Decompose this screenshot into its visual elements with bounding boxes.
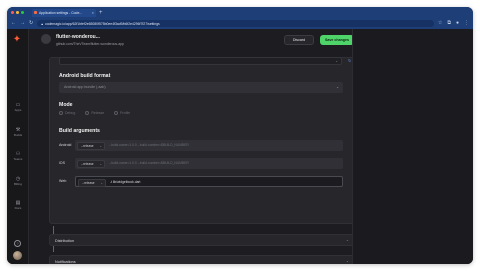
android-build-format-select[interactable]: Android app bundle (.aab) ⌄ [59,82,343,93]
rail-item-label: Teams [13,157,23,161]
android-build-format-value: Android app bundle (.aab) [64,85,106,89]
tab-title: Application settings - Code... [39,10,83,15]
tab-bar: Application settings - Code... × + [7,7,473,18]
radio-label: Profile [120,111,131,115]
help-icon[interactable]: ? [14,240,21,247]
right-panel [352,29,473,264]
back-icon[interactable]: ← [11,21,16,26]
distribution-section[interactable]: Distribution ⌄ [49,234,355,246]
codemagic-favicon-icon [34,11,37,14]
left-rail: ✦ ▭ Apps ⚒ Builds ⚇ Teams ◷ Billing ▤ Do… [7,29,29,264]
build-arg-row-web: Web --release ⌄ -t lib/widgetbook.dart [59,176,343,187]
section-title: Notifications [55,259,76,264]
maximize-window-button[interactable] [21,11,24,14]
build-arg-mode-value: --release [81,162,94,166]
mode-options: Debug Release Profile [59,111,130,115]
mode-title: Mode [59,102,73,108]
forward-icon[interactable]: → [20,21,25,26]
chevron-down-icon: ⌄ [336,85,339,89]
rail-item-teams[interactable]: ⚇ Teams [7,151,29,161]
chevron-down-icon: ⌄ [99,144,102,148]
build-arg-field: --release ⌄ --build-name=1.0.0 --build-n… [75,158,343,169]
reload-icon[interactable]: ↻ [29,21,33,26]
radio-icon [114,111,119,115]
close-tab-icon[interactable]: × [92,10,94,15]
build-arg-input[interactable]: -t lib/widgetbook.dart [110,180,340,184]
build-arg-field: --release ⌄ --build-name=1.0.0 --build-n… [75,140,343,151]
rail-item-billing[interactable]: ◷ Billing [7,176,29,186]
close-window-button[interactable] [11,11,14,14]
radio-icon [85,111,90,115]
codemagic-logo-icon[interactable]: ✦ [12,35,22,45]
bookmark-star-icon[interactable]: ☆ [438,21,442,26]
rail-item-docs[interactable]: ▤ Docs [7,200,29,210]
minimize-window-button[interactable] [16,11,19,14]
build-arg-mode-select[interactable]: --release ⌄ [78,178,106,187]
mode-option-profile[interactable]: Profile [114,111,130,115]
build-arg-mode-value: --release [81,144,94,148]
profile-icon[interactable]: ● [456,21,459,26]
previous-select[interactable]: ⌄ [59,57,342,65]
mode-option-debug[interactable]: Debug [59,111,75,115]
chevron-down-icon: ⌄ [100,181,103,185]
chevron-down-icon: ⌄ [99,162,102,166]
android-build-format-title: Android build format [59,73,111,79]
rail-item-label: Apps [14,108,22,112]
build-arg-mode-select[interactable]: --release ⌄ [77,159,105,168]
build-arg-platform: iOS [59,161,65,165]
address-bar: ← → ↻ 🔒︎ codemagic.io/app/62f1bfef2e6508… [7,18,473,29]
mode-option-release[interactable]: Release [85,111,104,115]
menu-icon[interactable]: ⋮ [464,21,469,26]
radio-icon [59,111,63,115]
project-avatar [41,34,51,44]
project-name: flutter-wonderou... [56,34,100,40]
build-arg-row-ios: iOS --release ⌄ --build-name=1.0.0 --bui… [59,158,343,169]
chevron-down-icon: ⌄ [345,259,349,263]
discard-button[interactable]: Discard [284,35,314,45]
url-text: codemagic.io/app/62f1bfef2e65080f575b0ee… [45,21,160,26]
project-header: flutter-wonderou... github.com/TheVTeam/… [29,29,354,53]
app: ✦ ▭ Apps ⚒ Builds ⚇ Teams ◷ Billing ▤ Do… [7,29,473,264]
radio-label: Debug [65,111,76,115]
url-input[interactable]: 🔒︎ codemagic.io/app/62f1bfef2e65080f575b… [37,20,434,27]
browser-window: Application settings - Code... × + ← → ↻… [7,7,473,264]
rail-item-label: Billing [13,182,22,186]
settings-main: flutter-wonderou... github.com/TheVTeam/… [29,29,355,264]
extensions-icon[interactable]: ⧉ [447,21,451,26]
new-tab-icon[interactable]: + [99,10,103,16]
save-changes-button[interactable]: Save changes [320,35,354,45]
rail-item-label: Docs [14,206,22,210]
refresh-icon[interactable]: ↻ [348,58,351,63]
build-arg-platform: Web [59,179,67,183]
chevron-down-icon: ⌄ [335,59,338,63]
build-arg-mode-select[interactable]: --release ⌄ [77,141,105,150]
section-title: Distribution [55,238,74,243]
notifications-section[interactable]: Notifications ⌄ [49,255,355,264]
browser-tab[interactable]: Application settings - Code... × [32,8,96,17]
project-repo: github.com/TheVTeam/flutter-wonderous-ap… [56,42,124,46]
build-arg-row-android: Android --release ⌄ --build-name=1.0.0 -… [59,140,343,151]
build-arg-platform: Android [59,143,72,147]
rail-item-label: Builds [13,133,23,137]
build-arg-field: --release ⌄ -t lib/widgetbook.dart [75,176,343,187]
radio-label: Release [91,111,105,115]
build-arguments-title: Build arguments [59,128,100,134]
build-settings-card: ⌄ ↻ Android build format Android app bun… [49,57,355,224]
rail-item-apps[interactable]: ▭ Apps [7,102,29,112]
lock-icon: 🔒︎ [41,21,44,26]
build-arg-input[interactable]: --build-name=1.0.0 --build-number=$BUILD… [109,161,339,165]
window-controls [11,11,24,14]
build-arg-mode-value: --release [82,181,95,185]
chevron-down-icon: ⌄ [345,238,349,242]
rail-item-builds[interactable]: ⚒ Builds [7,127,29,137]
user-avatar[interactable] [13,251,22,260]
build-arg-input[interactable]: --build-name=1.0.0 --build-number=$BUILD… [109,143,339,147]
